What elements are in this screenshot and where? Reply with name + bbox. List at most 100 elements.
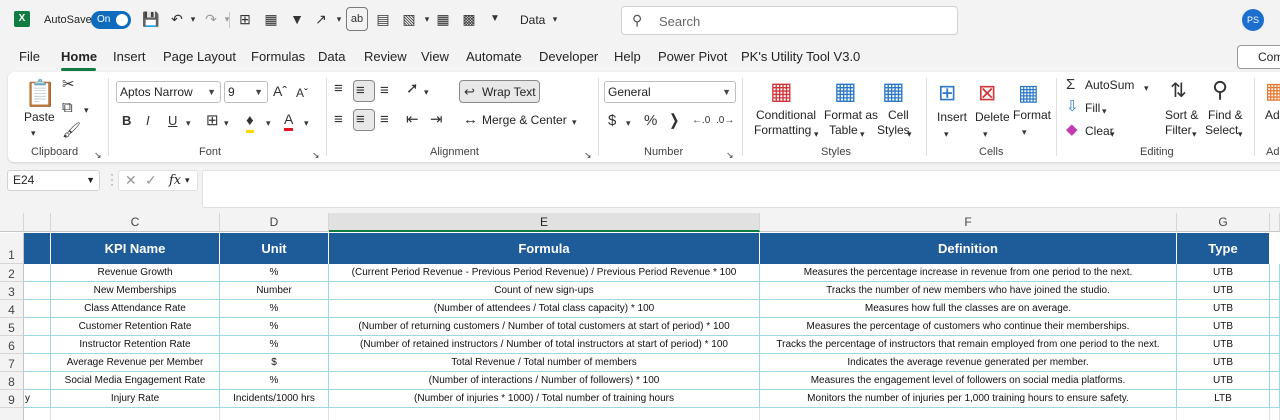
paste-dropdown-icon[interactable]: ▾ [31,124,36,142]
font-color-icon[interactable]: A [284,110,294,131]
insert-dropdown-icon[interactable]: ▾ [944,125,949,143]
cell-definition[interactable]: Tracks the percentage of instructors tha… [760,336,1177,354]
column-header-c[interactable]: C [51,213,220,232]
cell-type[interactable]: UTB [1177,282,1270,300]
format-cells-label[interactable]: Format [1013,108,1051,122]
cell-kpi-name[interactable]: New Memberships [51,282,220,300]
calculator-icon[interactable]: ▧ [400,10,418,28]
row-header-9[interactable]: 9 [0,390,24,408]
save-icon[interactable]: 💾 [142,10,160,28]
filter-icon[interactable]: ▼ [288,10,306,28]
merge-center-label[interactable]: Merge & Center [482,113,567,127]
cell-unit[interactable]: % [220,372,329,390]
borders-dropdown-icon[interactable]: ▾ [224,114,229,132]
autosave-toggle[interactable]: On [91,11,131,29]
insert-cells-icon[interactable]: ⊞ [938,80,956,106]
sheet-icon[interactable]: ▦ [434,10,452,28]
fill-color-dropdown-icon[interactable]: ▾ [266,114,271,132]
share-icon[interactable]: ↗ [312,10,330,28]
column-header-f[interactable]: F [760,213,1177,232]
cell-h[interactable] [1270,354,1280,372]
cell-h[interactable] [1270,372,1280,390]
autosum-icon[interactable]: Σ [1066,76,1075,94]
tab-review[interactable]: Review [364,49,407,64]
tab-formulas[interactable]: Formulas [251,49,305,64]
tab-insert[interactable]: Insert [113,49,146,64]
copy-dropdown-icon[interactable]: ▾ [84,101,89,119]
cell-type[interactable]: UTB [1177,264,1270,282]
format-painter-icon[interactable]: 🖌 [62,122,81,140]
fx-dropdown-icon[interactable]: ▾ [185,175,190,186]
cell-kpi-name[interactable]: Class Attendance Rate [51,300,220,318]
cell-definition[interactable]: Measures the percentage of customers who… [760,318,1177,336]
tab-data[interactable]: Data [318,49,345,64]
cell-unit[interactable]: % [220,318,329,336]
cell-b[interactable] [24,282,51,300]
cell-type[interactable]: UTB [1177,318,1270,336]
cell-h[interactable] [1270,282,1280,300]
row-header-3[interactable]: 3 [0,282,24,300]
conditional-formatting-label-2[interactable]: Formatting [754,123,811,137]
decrease-indent-icon[interactable]: ⇤ [406,111,419,129]
format-as-table-label-2[interactable]: Table [829,123,858,137]
tab-page-layout[interactable]: Page Layout [163,49,236,64]
cell-formula[interactable]: Count of new sign-ups [329,282,760,300]
column-header-h[interactable] [1270,213,1280,232]
more-icon[interactable]: ⋮ [105,171,119,188]
row-header-8[interactable]: 8 [0,372,24,390]
cell-b[interactable] [24,300,51,318]
conditional-dropdown-icon[interactable]: ▾ [814,125,819,143]
cell-definition[interactable]: Measures the engagement level of followe… [760,372,1177,390]
format-cells-icon[interactable]: ▦ [1018,80,1039,106]
formula-input[interactable] [202,170,1280,208]
cell-definition[interactable]: Tracks the number of new members who hav… [760,282,1177,300]
font-size-select[interactable]: 9 ▼ [224,81,268,103]
row-header-5[interactable]: 5 [0,318,24,336]
cell-h[interactable] [1270,390,1280,408]
cell-styles-dropdown-icon[interactable]: ▾ [907,125,912,143]
empty-cell[interactable] [1177,408,1270,420]
cell-h[interactable] [1270,318,1280,336]
align-center-icon[interactable]: ≡ [356,111,365,129]
empty-cell[interactable] [51,408,220,420]
paste-icon[interactable]: 📋 [24,78,56,108]
format-as-table-label-1[interactable]: Format as [824,108,878,122]
cell-kpi-name[interactable]: Average Revenue per Member [51,354,220,372]
cell-unit[interactable]: % [220,336,329,354]
fill-icon[interactable]: ⇩ [1066,98,1079,116]
customize-qat-icon[interactable]: ▼ [486,10,504,28]
cell-kpi-name[interactable]: Customer Retention Rate [51,318,220,336]
cell-styles-label-1[interactable]: Cell [888,108,909,122]
cell-formula[interactable]: (Number of retained instructors / Number… [329,336,760,354]
sort-filter-icon[interactable]: ⇅ [1170,78,1187,104]
sort-filter-label-2[interactable]: Filter [1165,123,1192,137]
comments-button[interactable]: Com [1237,45,1280,69]
tab-view[interactable]: View [421,49,449,64]
cell-unit[interactable]: % [220,300,329,318]
cell-unit[interactable]: Number [220,282,329,300]
cell-styles-icon[interactable]: ▦ [882,78,905,106]
number-format-select[interactable]: General ▼ [604,81,736,103]
clear-icon[interactable]: ◆ [1066,121,1078,139]
cell-type[interactable]: UTB [1177,372,1270,390]
grid-icon[interactable]: ▩ [460,10,478,28]
empty-cell[interactable] [24,408,51,420]
font-launcher-icon[interactable]: ↘ [312,146,320,164]
delete-dropdown-icon[interactable]: ▾ [983,125,988,143]
select-all-corner[interactable] [0,213,24,232]
cell-formula[interactable]: (Current Period Revenue - Previous Perio… [329,264,760,282]
align-bottom-icon[interactable]: ≡ [380,82,389,100]
cell-formula[interactable]: (Number of returning customers / Number … [329,318,760,336]
italic-icon[interactable]: I [146,112,150,130]
empty-cell[interactable] [760,408,1177,420]
page-layout-icon[interactable]: ▤ [374,10,392,28]
enter-icon[interactable]: ✓ [145,172,157,189]
tab-developer[interactable]: Developer [539,49,598,64]
cell-definition[interactable]: Measures how full the classes are on ave… [760,300,1177,318]
column-header-g[interactable]: G [1177,213,1270,232]
find-dropdown-icon[interactable]: ▾ [1238,125,1243,143]
cell-definition[interactable]: Measures the percentage increase in reve… [760,264,1177,282]
table-header-cell[interactable] [24,233,51,264]
search-box[interactable]: ⚲ Search [621,6,958,35]
cell-styles-label-2[interactable]: Styles [877,123,910,137]
